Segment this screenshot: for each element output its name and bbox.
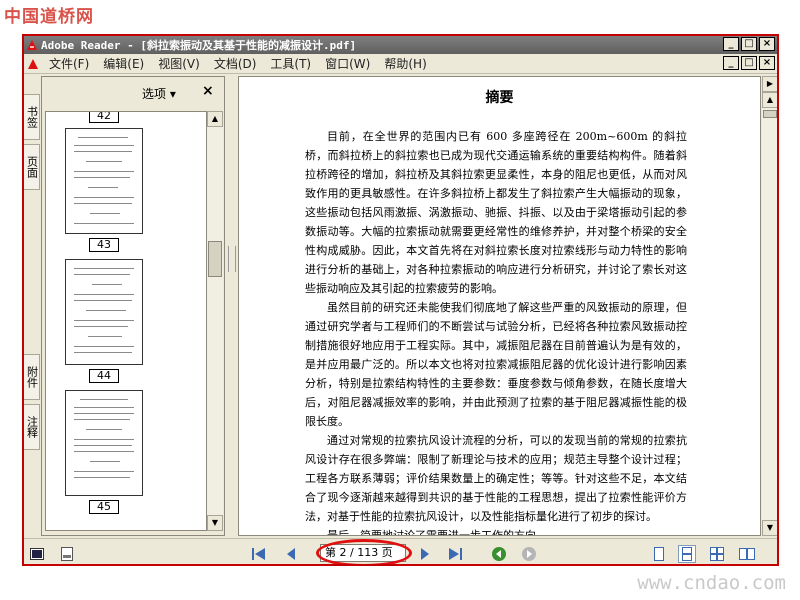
page-options-icon[interactable] bbox=[58, 545, 76, 563]
tab-pages-label: 页面 bbox=[25, 156, 39, 178]
first-page-button[interactable] bbox=[250, 545, 268, 563]
status-toolbar: 第 2 / 113 页 bbox=[24, 538, 777, 564]
watermark-top: 中国道桥网 bbox=[4, 7, 94, 27]
doc-restore-button[interactable]: □ bbox=[741, 56, 757, 70]
side-tabs: 书签 页面 附件 注释 bbox=[24, 76, 40, 536]
thumbnail-label-42: 42 bbox=[89, 112, 119, 123]
pages-panel: 选项 ▾ × 42 43 44 45 ▲ ▼ bbox=[41, 76, 225, 536]
thumbnail-page-45[interactable] bbox=[65, 390, 143, 496]
menu-bar: 文件(F) 编辑(E) 视图(V) 文档(D) 工具(T) 窗口(W) 帮助(H… bbox=[24, 54, 777, 74]
scroll-up-arrow-icon[interactable]: ▲ bbox=[207, 111, 223, 127]
doc-minimize-button[interactable]: _ bbox=[723, 56, 739, 70]
menu-edit[interactable]: 编辑(E) bbox=[96, 55, 151, 72]
maximize-button[interactable]: □ bbox=[741, 37, 757, 51]
thumbnail-label-44: 44 bbox=[89, 369, 119, 383]
title-bar: Adobe Reader - [斜拉索振动及其基于性能的减振设计.pdf] _ … bbox=[24, 36, 777, 54]
next-page-button[interactable] bbox=[416, 545, 434, 563]
menu-document[interactable]: 文档(D) bbox=[207, 55, 264, 72]
thumbnail-page-44[interactable] bbox=[65, 259, 143, 365]
doc-scroll-down-arrow-icon[interactable]: ▼ bbox=[762, 520, 777, 536]
abstract-body: 目前，在全世界的范围内已有 600 多座跨径在 200m~600m 的斜拉桥，而… bbox=[305, 127, 687, 536]
annotation-ellipse bbox=[316, 539, 412, 564]
thumbnail-label-45: 45 bbox=[89, 500, 119, 514]
menu-help[interactable]: 帮助(H) bbox=[377, 55, 433, 72]
document-icon bbox=[26, 57, 40, 71]
tab-comments[interactable]: 注释 bbox=[24, 404, 40, 450]
tab-attachments-label: 附件 bbox=[25, 366, 39, 388]
previous-page-button[interactable] bbox=[282, 545, 300, 563]
doc-scroll-thumb[interactable] bbox=[763, 110, 777, 118]
forward-view-button[interactable] bbox=[520, 545, 538, 563]
menu-view[interactable]: 视图(V) bbox=[151, 55, 207, 72]
thumbnail-scroll-thumb[interactable] bbox=[208, 241, 222, 277]
abstract-paragraph-1: 目前，在全世界的范围内已有 600 多座跨径在 200m~600m 的斜拉桥，而… bbox=[305, 130, 687, 295]
tab-attachments[interactable]: 附件 bbox=[24, 354, 40, 400]
tab-pages[interactable]: 页面 bbox=[24, 144, 40, 190]
continuous-facing-icon[interactable] bbox=[708, 545, 726, 563]
facing-icon[interactable] bbox=[738, 545, 756, 563]
single-page-icon[interactable] bbox=[650, 545, 668, 563]
doc-close-button[interactable]: × bbox=[759, 56, 775, 70]
panel-splitter[interactable] bbox=[227, 76, 237, 536]
doc-scroll-up-arrow-icon[interactable]: ▲ bbox=[762, 92, 777, 108]
document-view: 摘要 目前，在全世界的范围内已有 600 多座跨径在 200m~600m 的斜拉… bbox=[238, 76, 761, 536]
tab-bookmarks[interactable]: 书签 bbox=[24, 94, 40, 140]
reader-window: Adobe Reader - [斜拉索振动及其基于性能的减振设计.pdf] _ … bbox=[22, 34, 779, 566]
tab-comments-label: 注释 bbox=[25, 416, 39, 438]
last-page-button[interactable] bbox=[446, 545, 464, 563]
back-view-button[interactable] bbox=[490, 545, 508, 563]
scroll-down-arrow-icon[interactable]: ▼ bbox=[207, 515, 223, 531]
abstract-heading: 摘要 bbox=[485, 90, 514, 106]
menu-tools[interactable]: 工具(T) bbox=[263, 55, 318, 72]
minimize-button[interactable]: _ bbox=[723, 37, 739, 51]
thumbnail-page-43[interactable] bbox=[65, 128, 143, 234]
thumbnail-scrollbar[interactable]: ▲ ▼ bbox=[207, 111, 223, 531]
menu-file[interactable]: 文件(F) bbox=[42, 55, 96, 72]
tab-bookmarks-label: 书签 bbox=[25, 106, 39, 128]
doc-scroll-right-arrow-icon[interactable]: ▶ bbox=[762, 76, 777, 92]
options-dropdown[interactable]: 选项 ▾ bbox=[142, 85, 176, 102]
panel-close-button[interactable]: × bbox=[202, 83, 214, 99]
screen-icon[interactable] bbox=[28, 545, 46, 563]
watermark-bottom: www.cndao.com bbox=[637, 572, 786, 594]
thumbnail-list: 42 43 44 45 bbox=[45, 111, 207, 531]
splitter-grip[interactable] bbox=[228, 246, 236, 272]
close-button[interactable]: × bbox=[759, 37, 775, 51]
menu-window[interactable]: 窗口(W) bbox=[318, 55, 377, 72]
thumbnail-label-43: 43 bbox=[89, 238, 119, 252]
abstract-paragraph-4: 最后，简要地讨论了需要进一步工作的方向。 bbox=[327, 529, 547, 536]
adobe-reader-icon bbox=[25, 38, 39, 52]
abstract-paragraph-3: 通过对常规的拉索抗风设计流程的分析，可以的发现当前的常规的拉索抗风设计存在很多弊… bbox=[305, 434, 687, 523]
window-title: Adobe Reader - [斜拉索振动及其基于性能的减振设计.pdf] bbox=[41, 39, 357, 52]
abstract-paragraph-2: 虽然目前的研究还未能使我们彻底地了解这些严重的风致振动的原理，但通过研究学者与工… bbox=[305, 301, 687, 428]
continuous-icon[interactable] bbox=[678, 545, 696, 563]
document-scrollbar[interactable]: ▶ ▲ ▼ bbox=[762, 76, 777, 536]
